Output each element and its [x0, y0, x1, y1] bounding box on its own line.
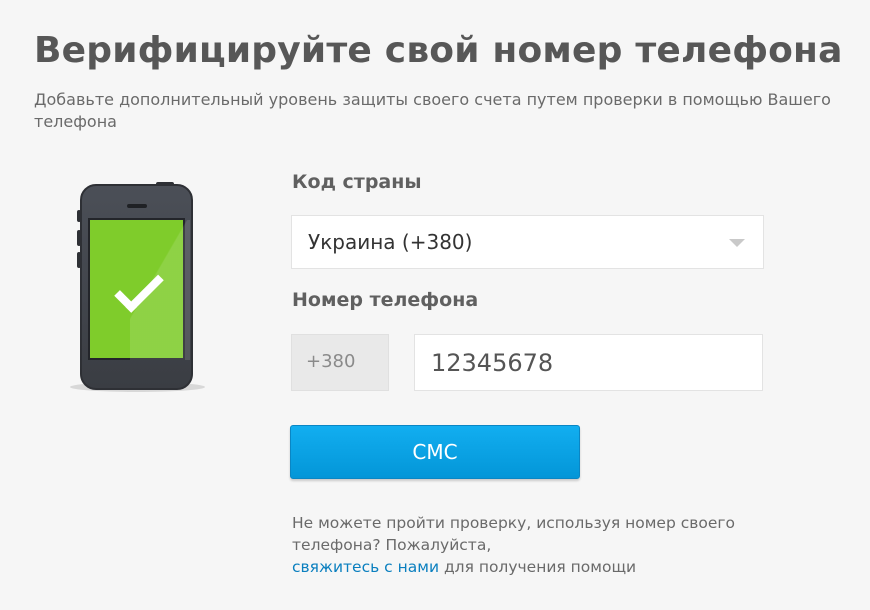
contact-us-link[interactable]: свяжитесь с нами [292, 558, 439, 576]
chevron-down-icon [729, 239, 745, 247]
phone-prefix-box: +380 [291, 334, 389, 391]
country-code-label: Код страны [292, 171, 422, 193]
phone-speaker [127, 204, 147, 208]
help-text: Не можете пройти проверку, используя ном… [292, 512, 812, 578]
phone-check-icon [70, 182, 205, 394]
checkmark-icon [114, 263, 164, 313]
page-subtitle: Добавьте дополнительный уровень защиты с… [34, 90, 831, 131]
country-select[interactable]: Украина (+380) [291, 215, 764, 269]
phone-body [80, 184, 193, 390]
sms-button[interactable]: СМС [290, 425, 580, 479]
phone-screen [88, 218, 190, 360]
page-title: Верифицируйте свой номер телефона [34, 30, 843, 71]
phone-prefix: +380 [306, 351, 356, 372]
phone-number-input[interactable] [414, 334, 763, 391]
help-text-after: для получения помощи [439, 558, 637, 576]
phone-number-label: Номер телефона [292, 289, 479, 311]
verify-phone-page: Верифицируйте свой номер телефона Добавь… [0, 0, 870, 610]
help-text-before: Не можете пройти проверку, используя ном… [292, 514, 736, 554]
country-select-value: Украина (+380) [308, 230, 473, 254]
